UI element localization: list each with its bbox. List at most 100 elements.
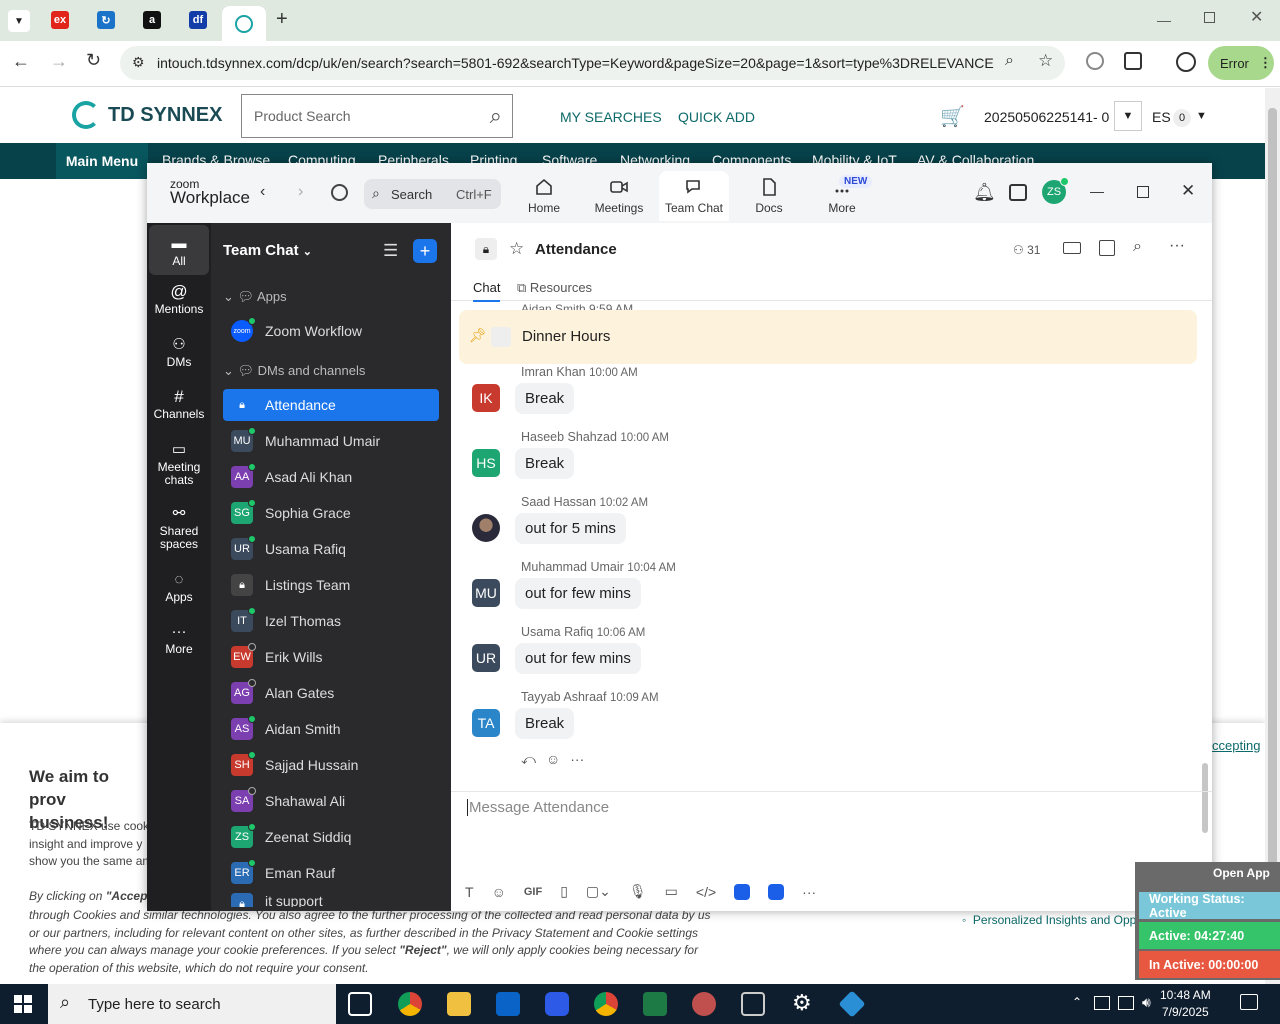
app-icon[interactable] xyxy=(768,883,785,900)
rail-meeting-chats[interactable]: ▭ Meeting chats xyxy=(149,442,209,487)
scrollbar-thumb[interactable] xyxy=(1268,108,1277,948)
pinned-message[interactable]: 📌︎ Dinner Hours xyxy=(459,310,1197,364)
tab-chat[interactable]: Chat xyxy=(473,280,501,302)
avatar[interactable]: IK xyxy=(472,384,500,412)
reply-icon[interactable]: ⤺ xyxy=(521,751,536,768)
accepting-link[interactable]: ccepting xyxy=(1212,738,1260,753)
volume-icon[interactable]: 🔊︎ xyxy=(1142,994,1151,1011)
open-app-button[interactable]: Open App xyxy=(1213,866,1270,880)
emoji-icon[interactable]: ☺ xyxy=(492,884,506,900)
back-icon[interactable]: ← xyxy=(12,51,30,72)
excel-icon[interactable] xyxy=(643,992,667,1016)
outlook-icon[interactable] xyxy=(496,992,520,1016)
list-item[interactable]: 🔒︎ Attendance xyxy=(223,389,439,421)
list-item[interactable]: 🔒︎ it support xyxy=(223,893,439,907)
message-bubble[interactable]: Break xyxy=(515,448,575,479)
avatar[interactable]: UR xyxy=(472,644,500,672)
quick-add-link[interactable]: QUICK ADD xyxy=(678,109,755,125)
sender-name[interactable]: Haseeb Shahzad xyxy=(521,430,617,444)
translate-icon[interactable] xyxy=(1086,52,1104,70)
chat-scrollbar[interactable] xyxy=(1202,763,1208,833)
cart-dropdown-icon[interactable]: ▼ xyxy=(1114,101,1142,131)
message-input[interactable]: Message Attendance xyxy=(467,799,609,816)
avatar[interactable]: TA xyxy=(472,709,500,737)
chat-message[interactable]: UR Usama Rafiq 10:06 AM out for few mins xyxy=(472,625,1172,691)
tab-resources[interactable]: ⧉ Resources xyxy=(517,280,592,296)
avatar[interactable]: HS xyxy=(472,449,500,477)
channel-title[interactable]: Attendance xyxy=(535,241,617,258)
avatar[interactable]: MU xyxy=(472,579,500,607)
chat-message[interactable]: MU Muhammad Umair 10:04 AM out for few min… xyxy=(472,560,1172,626)
extensions-icon[interactable] xyxy=(1124,52,1142,70)
sender-name[interactable]: Imran Khan xyxy=(521,365,586,379)
app-icon[interactable] xyxy=(692,992,716,1016)
gif-icon[interactable]: GIF xyxy=(524,886,542,898)
app-icon[interactable] xyxy=(741,992,765,1016)
rail-shared-spaces[interactable]: ⚯ Shared spaces xyxy=(149,506,209,551)
page-scrollbar[interactable] xyxy=(1265,88,1280,984)
list-item[interactable]: AA Asad Ali Khan xyxy=(223,461,439,493)
app-icon[interactable] xyxy=(838,990,866,1018)
tdsynnex-logo[interactable]: TD SYNNEX xyxy=(72,101,222,129)
search-icon[interactable]: ⌕ xyxy=(1133,238,1142,256)
microphone-icon[interactable]: 🎙︎ xyxy=(629,883,647,900)
windows-start-icon[interactable] xyxy=(14,995,32,1013)
rail-mentions[interactable]: @ Mentions xyxy=(149,283,209,316)
forward-icon[interactable]: → xyxy=(50,51,68,72)
more-options-icon[interactable]: ··· xyxy=(1169,237,1185,255)
product-search-input[interactable]: Product Search ⌕ xyxy=(241,94,513,138)
network-icon[interactable] xyxy=(1118,996,1134,1010)
zoom-search-box[interactable]: ⌕ Search Ctrl+F xyxy=(364,179,501,209)
rail-channels[interactable]: # Channels xyxy=(149,388,209,421)
rail-all[interactable]: ▬ All xyxy=(149,225,209,275)
screenshot-icon[interactable]: ▢⌄ xyxy=(586,883,611,900)
file-explorer-icon[interactable] xyxy=(447,992,471,1016)
section-dms-channels[interactable]: ⌄ 💬︎ DMs and channels xyxy=(223,363,365,379)
rail-more[interactable]: ··· More xyxy=(149,624,209,656)
sender-name[interactable]: Tayyab Ashraaf xyxy=(521,690,606,704)
list-item[interactable]: ZS Zeenat Siddiq xyxy=(223,821,439,853)
cart-id[interactable]: 20250506225141- 0 xyxy=(984,109,1109,125)
list-item[interactable]: zoom Zoom Workflow xyxy=(223,315,439,347)
chat-message[interactable]: TA Tayyab Ashraaf 10:09 AM Break xyxy=(472,690,1172,756)
chrome-profile-icon[interactable] xyxy=(594,992,618,1016)
video-icon[interactable] xyxy=(1063,242,1081,254)
notification-icon[interactable] xyxy=(1240,994,1258,1010)
minimize-window-icon[interactable]: — xyxy=(1157,12,1171,28)
tray-chevron-icon[interactable]: ⌃ xyxy=(1072,995,1082,1009)
bell-icon[interactable]: 🔔︎ xyxy=(973,182,996,203)
tray-app-icon[interactable] xyxy=(1094,996,1110,1010)
browser-tab[interactable]: a xyxy=(132,6,172,34)
tab-team-chat[interactable]: Team Chat xyxy=(659,171,729,221)
video-clip-icon[interactable]: ▭ xyxy=(665,883,678,900)
restore-window-icon[interactable] xyxy=(1204,12,1215,23)
members-count[interactable]: ⚇ 31 xyxy=(1013,243,1040,257)
code-icon[interactable]: </> xyxy=(696,884,716,900)
sender-name[interactable]: Usama Rafiq xyxy=(521,625,593,639)
chevron-down-icon[interactable]: ▼ xyxy=(1196,110,1207,122)
message-bubble[interactable]: Break xyxy=(515,383,575,414)
chat-message[interactable]: Saad Hassan 10:02 AM out for 5 mins xyxy=(472,495,1172,561)
close-window-icon[interactable]: ✕ xyxy=(1250,7,1263,27)
list-item[interactable]: SH Sajjad Hussain xyxy=(223,749,439,781)
browser-tab[interactable]: ↻ xyxy=(86,6,126,34)
main-menu-button[interactable]: Main Menu xyxy=(56,143,148,179)
back-icon[interactable]: ‹ xyxy=(260,183,265,201)
message-bubble[interactable]: Break xyxy=(515,708,575,739)
settings-gear-icon[interactable]: ⚙ xyxy=(792,990,812,1016)
profile-icon[interactable] xyxy=(1176,52,1196,72)
sender-name[interactable]: Muhammad Umair xyxy=(521,560,624,574)
calendar-icon[interactable] xyxy=(1099,240,1115,256)
new-tab-button[interactable]: + xyxy=(276,8,288,31)
rail-dms[interactable]: ⚇ DMs xyxy=(149,337,209,369)
zoom-app-icon[interactable] xyxy=(545,992,569,1016)
file-icon[interactable]: ▯ xyxy=(560,883,568,900)
list-item[interactable]: IT Izel Thomas xyxy=(223,605,439,637)
browser-tab[interactable]: df xyxy=(178,6,218,34)
chat-message[interactable]: IK Imran Khan 10:00 AM Break xyxy=(472,365,1172,431)
list-item[interactable]: ER Eman Rauf xyxy=(223,857,439,889)
tab-meetings[interactable]: Meetings xyxy=(584,171,654,221)
url-box[interactable]: ⚙ intouch.tdsynnex.com/dcp/uk/en/search?… xyxy=(120,46,1065,80)
history-icon[interactable] xyxy=(331,184,348,201)
chat-message[interactable]: HS Haseeb Shahzad 10:00 AM Break xyxy=(472,430,1172,496)
